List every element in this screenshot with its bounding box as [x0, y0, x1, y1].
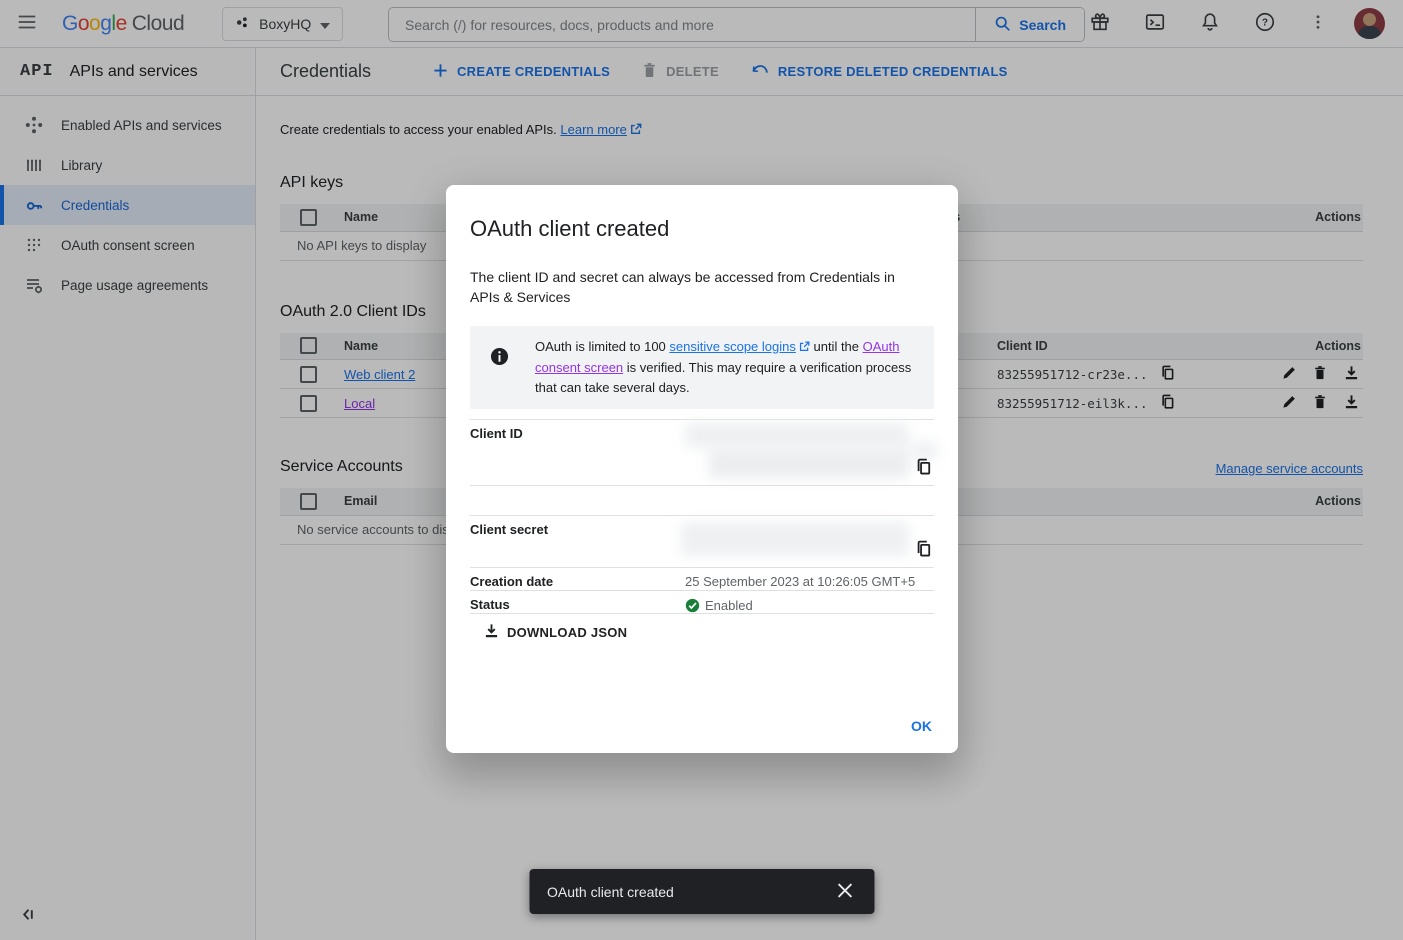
dialog-subtitle: The client ID and secret can always be a… [470, 267, 912, 307]
close-icon [837, 886, 852, 901]
info-icon [490, 347, 509, 398]
ok-button[interactable]: OK [911, 718, 932, 734]
notice-mid: until the [810, 339, 863, 354]
client-secret-value-area [685, 516, 934, 567]
notice-banner: OAuth is limited to 100 sensitive scope … [470, 326, 934, 409]
client-secret-row: Client secret [470, 515, 934, 567]
creation-date-label: Creation date [470, 568, 685, 590]
status-label: Status [470, 591, 685, 613]
toast: OAuth client created [529, 869, 874, 914]
client-secret-redacted [681, 522, 909, 556]
notice-text: OAuth is limited to 100 sensitive scope … [535, 337, 924, 398]
copy-client-id-button[interactable] [915, 458, 932, 479]
toast-close-button[interactable] [833, 879, 856, 905]
client-details: Client ID Client secret Creation date 25… [470, 419, 934, 614]
client-secret-label: Client secret [470, 516, 685, 567]
creation-date-value: 25 September 2023 at 10:26:05 GMT+5 [685, 568, 934, 590]
creation-date-row: Creation date 25 September 2023 at 10:26… [470, 567, 934, 590]
download-json-button[interactable]: DOWNLOAD JSON [484, 623, 627, 641]
download-json-label: DOWNLOAD JSON [507, 625, 627, 640]
external-link-icon [799, 338, 810, 358]
status-badge: Enabled [705, 598, 753, 613]
copy-client-secret-button[interactable] [915, 540, 932, 561]
check-circle-icon [685, 598, 700, 613]
sensitive-scope-logins-link[interactable]: sensitive scope logins [669, 339, 795, 354]
divider [470, 613, 934, 614]
client-id-redacted [685, 423, 909, 448]
download-icon [484, 623, 499, 641]
status-value-area: Enabled [685, 591, 934, 613]
dialog-title: OAuth client created [470, 216, 934, 242]
client-id-value-area [685, 420, 934, 485]
spacer-row [470, 485, 934, 515]
client-id-row: Client ID [470, 419, 934, 485]
notice-pre: OAuth is limited to 100 [535, 339, 669, 354]
client-id-redacted [709, 448, 909, 478]
client-id-label: Client ID [470, 420, 685, 485]
toast-message: OAuth client created [547, 884, 674, 900]
status-row: Status Enabled [470, 590, 934, 613]
oauth-client-created-dialog: OAuth client created The client ID and s… [446, 185, 958, 753]
